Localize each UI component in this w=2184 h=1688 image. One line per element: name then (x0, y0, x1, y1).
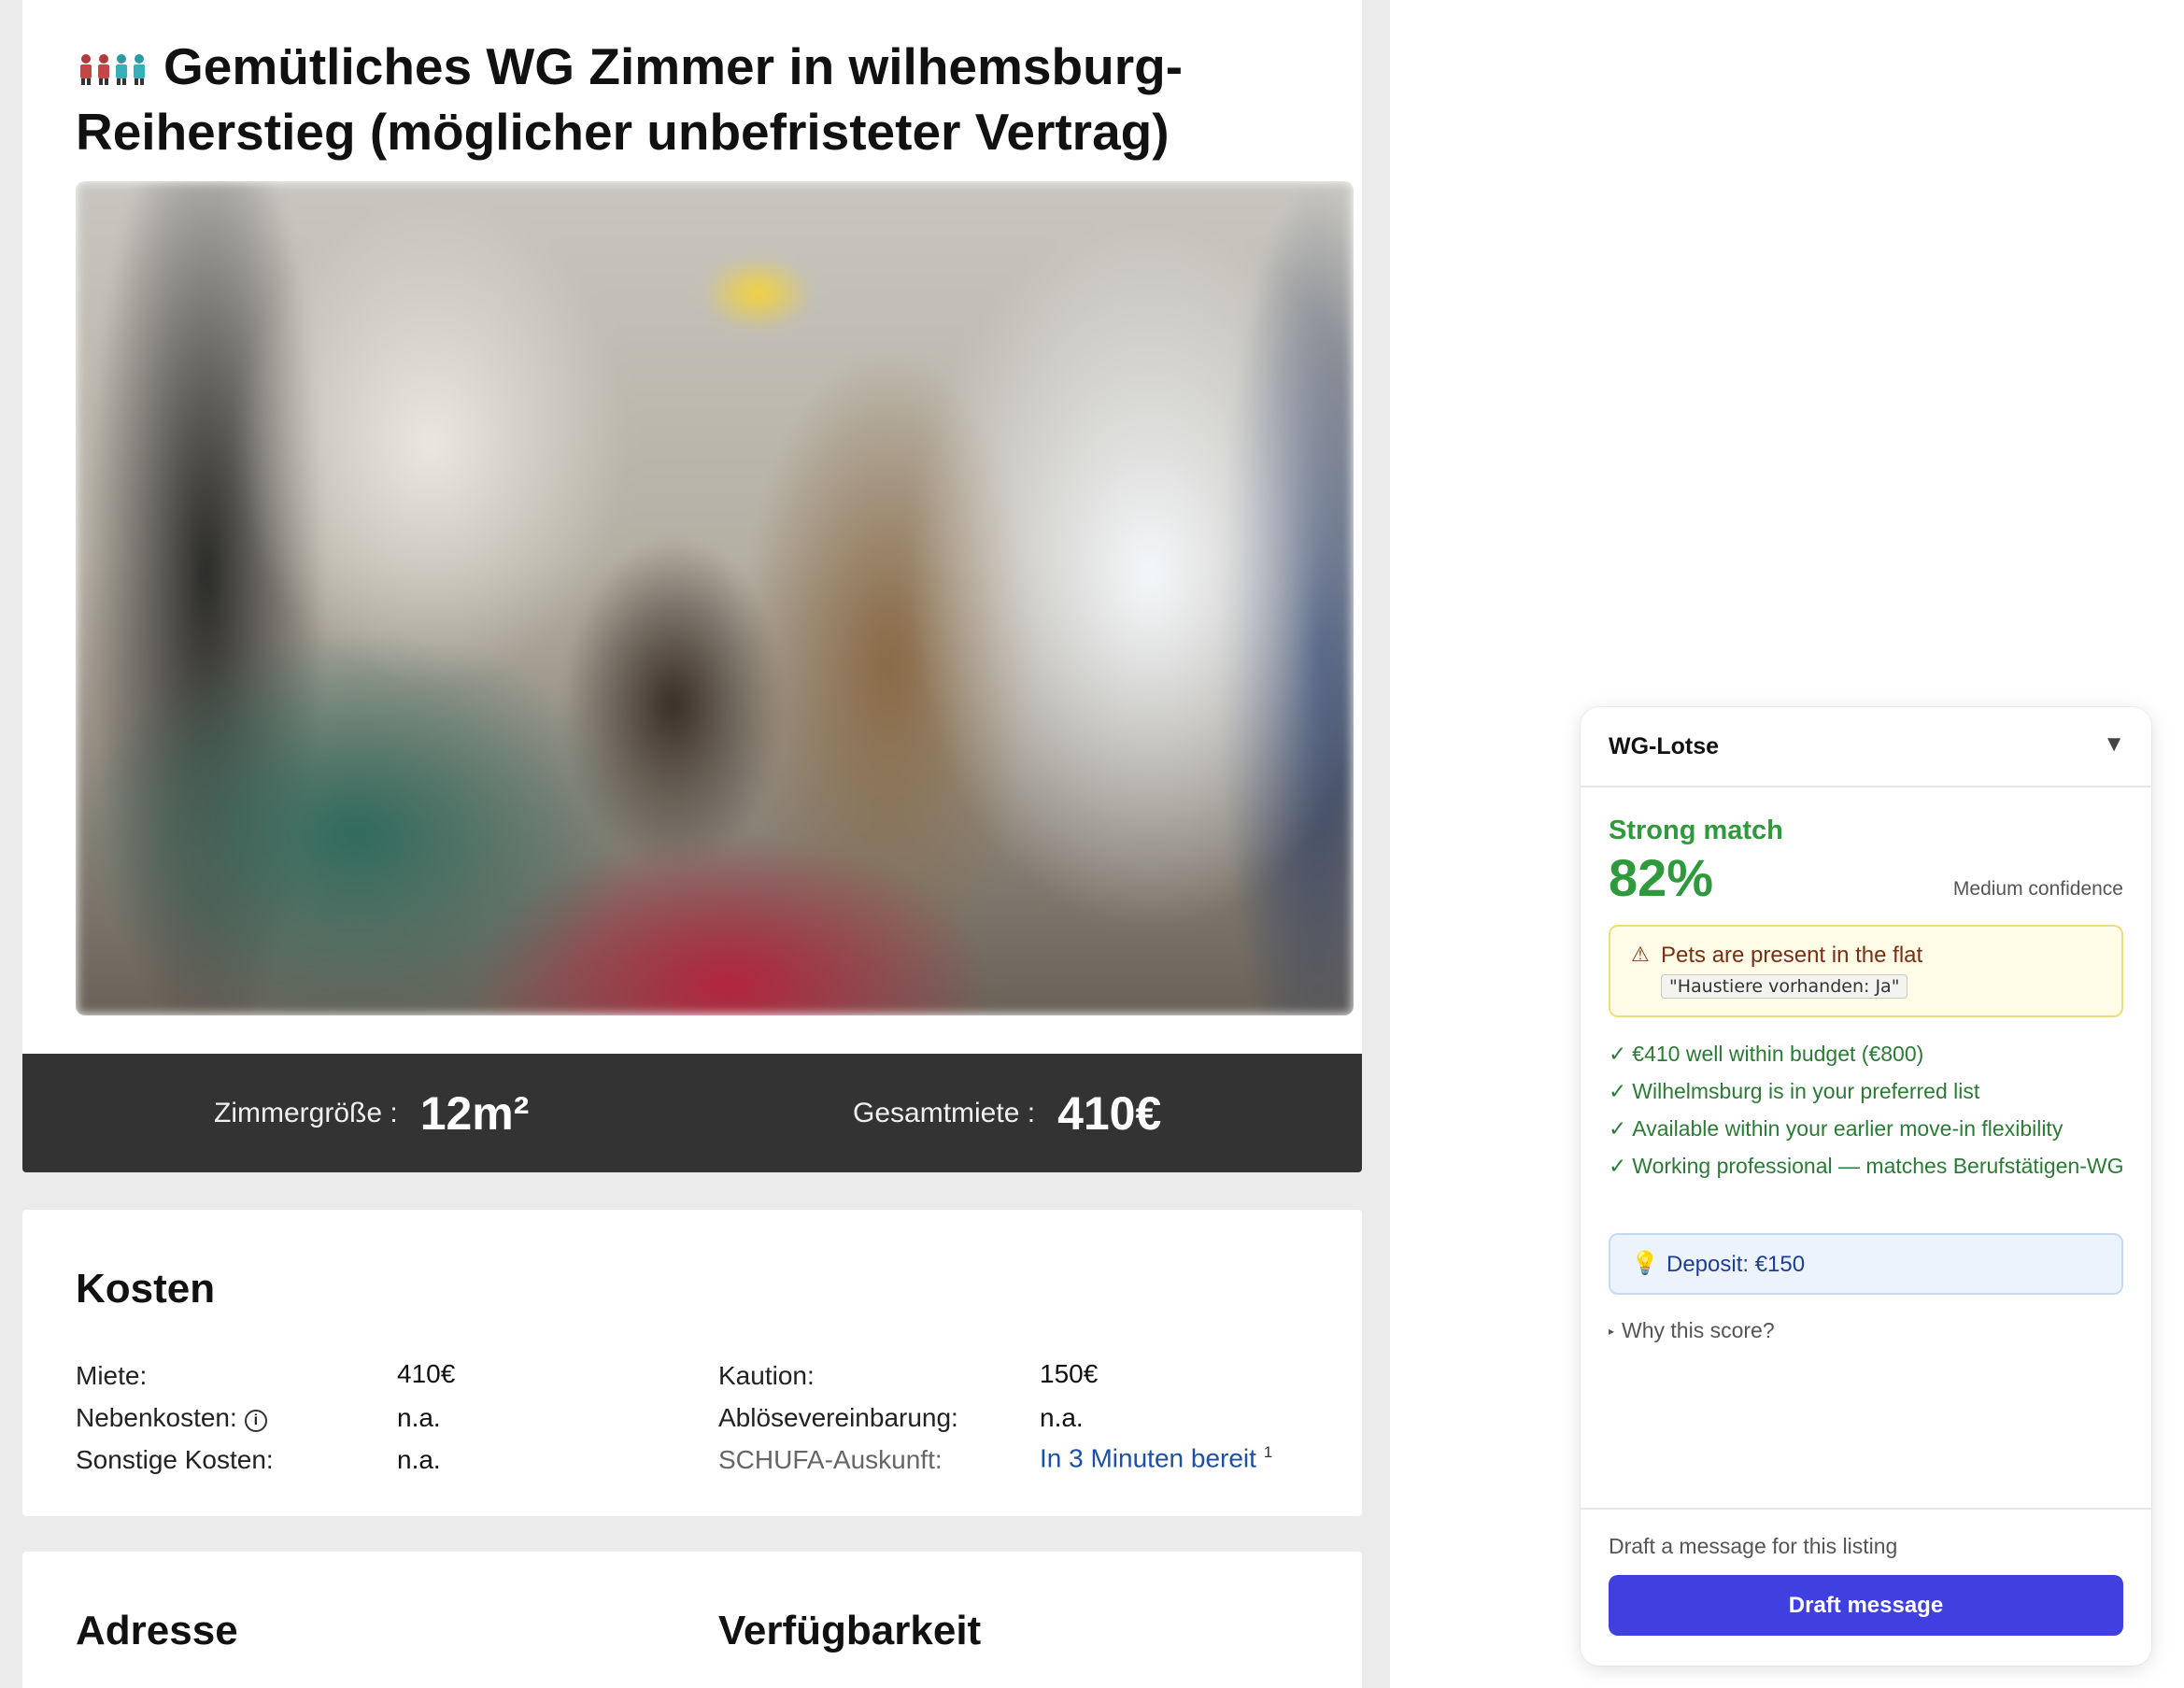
total-rent-value: 410€ (1057, 1086, 1162, 1140)
collapse-caret-icon[interactable]: ▼ (2103, 731, 2125, 758)
address-availability-section: Adresse Verfügbarkeit (22, 1552, 1362, 1688)
checkmark-icon: ✓ (1609, 1154, 1627, 1178)
match-reason-text: Working professional — matches Berufstät… (1632, 1154, 2124, 1178)
room-photo-image (76, 181, 1354, 1015)
match-reason-item: ✓ Wilhelmsburg is in your preferred list (1609, 1076, 2132, 1106)
deposit-tip: 💡 Deposit: €150 (1609, 1233, 2123, 1295)
match-reasons-list: ✓ €410 well within budget (€800) ✓ Wilhelm… (1609, 1039, 2132, 1188)
listing-title: Gemütliches WG Zimmer in wilhemsburg-Rei… (76, 34, 1290, 164)
other-costs-label: Sonstige Kosten: (76, 1445, 274, 1474)
key-facts-bar: Zimmergröße : 12m² Gesamtmiete : 410€ (22, 1054, 1362, 1172)
rent-value: 410€ (397, 1359, 456, 1388)
assistant-panel-footer: Draft a message for this listing Draft m… (1581, 1508, 2151, 1666)
schufa-label: SCHUFA-Auskunft: (718, 1445, 943, 1474)
lightbulb-icon: 💡 (1631, 1251, 1659, 1276)
other-costs-value: n.a. (397, 1445, 441, 1474)
assistant-panel: WG-Lotse ▼ Strong match 82% Medium confi… (1581, 707, 2151, 1666)
availability-heading: Verfügbarkeit (718, 1608, 982, 1653)
room-size-value: 12m² (419, 1086, 530, 1140)
draft-hint: Draft a message for this listing (1609, 1534, 1898, 1558)
utilities-label: Nebenkosten: i (76, 1403, 267, 1433)
match-reason-text: €410 well within budget (€800) (1632, 1042, 1924, 1066)
warning-text: Pets are present in the flat (1661, 943, 1923, 968)
address-heading: Adresse (76, 1608, 238, 1653)
room-size-label: Zimmergröße : (214, 1097, 398, 1128)
deposit-label: Kaution: (718, 1361, 815, 1390)
info-icon[interactable]: i (244, 1410, 267, 1432)
room-size-stat: Zimmergröße : 12m² (214, 1054, 529, 1172)
utilities-value: n.a. (397, 1403, 441, 1432)
match-label: Strong match (1609, 816, 1783, 845)
schufa-link-text[interactable]: In 3 Minuten bereit (1040, 1443, 1256, 1472)
why-score-label[interactable]: Why this score? (1622, 1318, 1775, 1342)
checkmark-icon: ✓ (1609, 1116, 1627, 1141)
listing-title-text: Gemütliches WG Zimmer in wilhemsburg-Rei… (76, 37, 1184, 161)
confidence-level: Medium confidence (1952, 878, 2123, 900)
draft-message-button[interactable]: Draft message (1609, 1575, 2123, 1636)
match-reason-item: ✓ Working professional — matches Berufstä… (1609, 1151, 2132, 1181)
deposit-tip-text: Deposit: €150 (1666, 1252, 1806, 1277)
disclosure-triangle-icon: ▸ (1609, 1325, 1615, 1338)
assistant-panel-header[interactable]: WG-Lotse ▼ (1581, 707, 2151, 787)
transfer-agreement-label: Ablösevereinbarung: (718, 1403, 958, 1432)
deposit-value: 150€ (1040, 1359, 1099, 1388)
why-score-toggle[interactable]: ▸ Why this score? (1609, 1318, 1775, 1343)
checkmark-icon: ✓ (1609, 1079, 1627, 1103)
costs-section: Kosten Miete: 410€ Nebenkosten: i n.a. So… (22, 1210, 1362, 1516)
schufa-link[interactable]: In 3 Minuten bereit 1 (1040, 1443, 1272, 1473)
warning-icon: ⚠ (1631, 943, 1650, 966)
pets-warning: ⚠ Pets are present in the flat "Haustier… (1609, 925, 2123, 1017)
match-reason-text: Available within your earlier move-in fl… (1632, 1116, 2063, 1141)
match-reason-item: ✓ €410 well within budget (€800) (1609, 1039, 2132, 1069)
warning-evidence-quote: "Haustiere vorhanden: Ja" (1661, 974, 1908, 999)
match-score: 82% (1609, 848, 1714, 907)
flatmates-icon (80, 54, 145, 85)
rent-label: Miete: (76, 1361, 148, 1390)
listing-photo[interactable] (76, 181, 1354, 1015)
costs-heading: Kosten (76, 1266, 216, 1312)
total-rent-stat: Gesamtmiete : 410€ (853, 1054, 1161, 1172)
utilities-label-text: Nebenkosten: (76, 1403, 237, 1432)
schufa-footnote: 1 (1263, 1443, 1273, 1461)
listing-column: Gemütliches WG Zimmer in wilhemsburg-Rei… (0, 0, 1390, 1688)
listing-header-card: Gemütliches WG Zimmer in wilhemsburg-Rei… (22, 0, 1362, 1056)
transfer-agreement-value: n.a. (1040, 1403, 1084, 1432)
checkmark-icon: ✓ (1609, 1042, 1627, 1066)
match-reason-item: ✓ Available within your earlier move-in f… (1609, 1114, 2132, 1143)
match-reason-text: Wilhelmsburg is in your preferred list (1632, 1079, 1980, 1103)
assistant-title: WG-Lotse (1609, 733, 1720, 759)
total-rent-label: Gesamtmiete : (853, 1097, 1036, 1128)
